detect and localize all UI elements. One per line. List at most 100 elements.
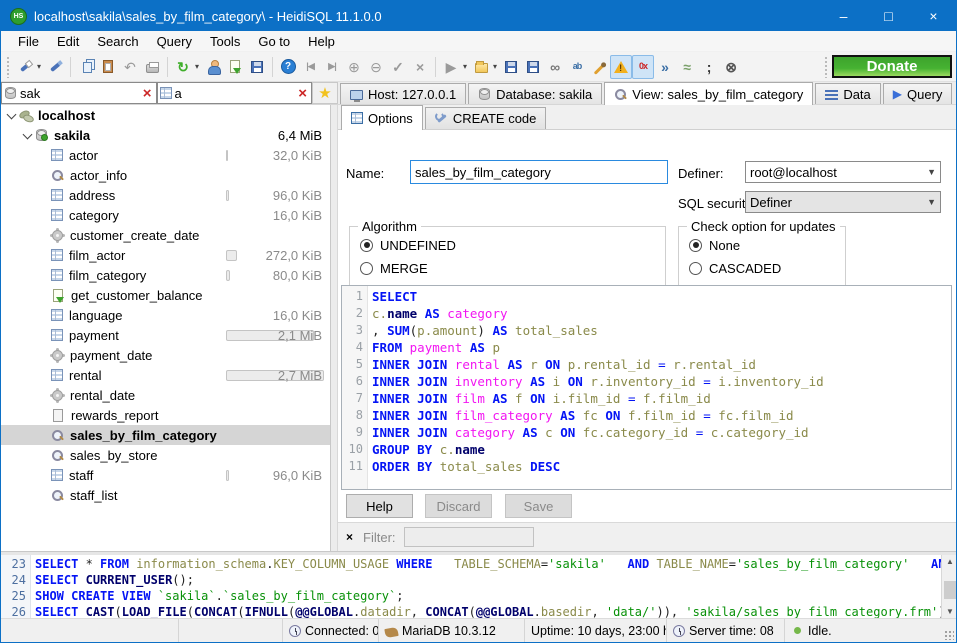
tab-data[interactable]: Data bbox=[815, 83, 880, 104]
menu-tools[interactable]: Tools bbox=[201, 32, 249, 51]
find-text-icon[interactable]: ∞ bbox=[544, 55, 566, 79]
filter-input[interactable] bbox=[404, 527, 534, 547]
menu-file[interactable]: File bbox=[9, 32, 48, 51]
tree-item-actor_info[interactable]: actor_info bbox=[1, 165, 330, 185]
sql-source-editor[interactable]: 1234567891011 SELECTc.name AS category, … bbox=[341, 285, 952, 490]
tree-item-actor[interactable]: actor32,0 KiB bbox=[1, 145, 330, 165]
minimize-button[interactable]: – bbox=[821, 1, 866, 31]
maximize-button[interactable]: □ bbox=[866, 1, 911, 31]
replace-text-icon[interactable]: ab bbox=[566, 55, 588, 79]
subtab-options[interactable]: Options bbox=[341, 105, 423, 130]
tree-item-customer_create_date[interactable]: customer_create_date bbox=[1, 225, 330, 245]
menu-query[interactable]: Query bbox=[148, 32, 201, 51]
radio-check-none[interactable]: None bbox=[679, 234, 845, 256]
user-manager-icon[interactable] bbox=[202, 55, 224, 79]
log-scrollbar[interactable]: ▲ ▼ bbox=[941, 555, 957, 618]
chevron-down-icon[interactable]: ▾ bbox=[37, 62, 41, 71]
export-tables-icon[interactable] bbox=[224, 55, 246, 79]
radio-algorithm-undefined[interactable]: UNDEFINED bbox=[350, 234, 665, 256]
add-record-icon[interactable]: ⊕ bbox=[343, 55, 365, 79]
open-sql-file-icon[interactable] bbox=[470, 55, 492, 79]
tree-item-sales_by_film_category[interactable]: sales_by_film_category bbox=[1, 425, 330, 445]
tree-item-rental[interactable]: rental2,7 MiB bbox=[1, 365, 330, 385]
sql-security-select[interactable]: Definer▼ bbox=[745, 191, 941, 213]
toolbar-grip[interactable] bbox=[6, 56, 11, 78]
definer-select[interactable]: root@localhost▼ bbox=[745, 161, 941, 183]
tree-item-language[interactable]: language16,0 KiB bbox=[1, 305, 330, 325]
close-button[interactable]: × bbox=[911, 1, 956, 31]
tree-item-payment[interactable]: payment2,1 MiB bbox=[1, 325, 330, 345]
tree-item-sakila[interactable]: sakila6,4 MiB bbox=[1, 125, 330, 145]
post-changes-icon[interactable]: ✓ bbox=[387, 55, 409, 79]
paste-icon[interactable] bbox=[97, 55, 119, 79]
scroll-up-icon[interactable]: ▲ bbox=[946, 557, 954, 566]
explain-icon[interactable]: » bbox=[654, 55, 676, 79]
menu-search[interactable]: Search bbox=[88, 32, 147, 51]
tree-item-payment_date[interactable]: payment_date bbox=[1, 345, 330, 365]
run-query-icon[interactable]: ▶ bbox=[440, 55, 462, 79]
disconnect-icon[interactable] bbox=[44, 55, 66, 79]
hex-view-icon[interactable]: 0x bbox=[632, 55, 654, 79]
tree-item-address[interactable]: address96,0 KiB bbox=[1, 185, 330, 205]
bind-params-icon[interactable] bbox=[610, 55, 632, 79]
editor-code[interactable]: SELECTc.name AS category, SUM(p.amount) … bbox=[368, 286, 951, 489]
last-record-icon[interactable]: ▶| bbox=[321, 55, 343, 79]
favorites-star-icon[interactable]: ★ bbox=[312, 82, 338, 104]
resize-grip[interactable] bbox=[944, 630, 954, 640]
tree-item-get_customer_balance[interactable]: get_customer_balance bbox=[1, 285, 330, 305]
tab-view[interactable]: View: sales_by_film_category bbox=[604, 82, 813, 105]
tree-item-film_category[interactable]: film_category80,0 KiB bbox=[1, 265, 330, 285]
session-manager-icon[interactable] bbox=[14, 55, 36, 79]
undo-icon[interactable]: ↶ bbox=[119, 55, 141, 79]
menu-help[interactable]: Help bbox=[299, 32, 344, 51]
tree-item-rewards_report[interactable]: rewards_report bbox=[1, 405, 330, 425]
cancel-editing-icon[interactable]: × bbox=[409, 55, 431, 79]
stop-icon[interactable]: ⊗ bbox=[720, 55, 742, 79]
close-filter-icon[interactable]: × bbox=[346, 530, 353, 544]
chevron-down-icon[interactable] bbox=[5, 108, 19, 122]
reformat-icon[interactable]: ≈ bbox=[676, 55, 698, 79]
scroll-down-icon[interactable]: ▼ bbox=[946, 607, 954, 616]
view-name-input[interactable] bbox=[410, 160, 668, 184]
subtab-create-code[interactable]: CREATE code bbox=[425, 107, 547, 129]
tab-host[interactable]: Host: 127.0.0.1 bbox=[340, 83, 466, 104]
database-filter-input[interactable] bbox=[20, 86, 138, 101]
chevron-down-icon[interactable]: ▾ bbox=[493, 62, 497, 71]
remove-record-icon[interactable]: ⊖ bbox=[365, 55, 387, 79]
tab-database[interactable]: Database: sakila bbox=[468, 83, 602, 104]
save-sql-as-icon[interactable] bbox=[522, 55, 544, 79]
radio-check-cascaded[interactable]: CASCADED bbox=[679, 257, 845, 279]
save-button[interactable]: Save bbox=[505, 494, 572, 518]
chevron-down-icon[interactable]: ▾ bbox=[195, 62, 199, 71]
save-sql-icon[interactable] bbox=[500, 55, 522, 79]
menu-go-to[interactable]: Go to bbox=[249, 32, 299, 51]
vertical-splitter[interactable] bbox=[331, 105, 338, 551]
semicolon-icon[interactable]: ; bbox=[698, 55, 720, 79]
discard-button[interactable]: Discard bbox=[425, 494, 492, 518]
toolbar-grip[interactable] bbox=[824, 56, 829, 78]
clear-table-filter-icon[interactable]: × bbox=[296, 86, 309, 101]
menu-edit[interactable]: Edit bbox=[48, 32, 88, 51]
help-icon[interactable]: ? bbox=[277, 55, 299, 79]
tree-item-staff[interactable]: staff96,0 KiB bbox=[1, 465, 330, 485]
tree-item-category[interactable]: category16,0 KiB bbox=[1, 205, 330, 225]
help-button[interactable]: Help bbox=[346, 494, 413, 518]
tree-item-rental_date[interactable]: rental_date bbox=[1, 385, 330, 405]
chevron-down-icon[interactable]: ▾ bbox=[463, 62, 467, 71]
save-snippet-icon[interactable] bbox=[246, 55, 268, 79]
clear-database-filter-icon[interactable]: × bbox=[141, 86, 154, 101]
chevron-down-icon[interactable] bbox=[21, 128, 35, 142]
tree-item-staff_list[interactable]: staff_list bbox=[1, 485, 330, 505]
log-lines[interactable]: SELECT * FROM information_schema.KEY_COL… bbox=[31, 555, 941, 618]
print-icon[interactable] bbox=[141, 55, 163, 79]
scroll-thumb[interactable] bbox=[944, 581, 956, 599]
radio-algorithm-merge[interactable]: MERGE bbox=[350, 257, 665, 279]
tree-item-film_actor[interactable]: film_actor272,0 KiB bbox=[1, 245, 330, 265]
table-filter-input[interactable] bbox=[175, 86, 294, 101]
copy-icon[interactable] bbox=[75, 55, 97, 79]
first-record-icon[interactable]: |◀ bbox=[299, 55, 321, 79]
refresh-icon[interactable]: ↻ bbox=[172, 55, 194, 79]
beautify-icon[interactable] bbox=[588, 55, 610, 79]
donate-button[interactable]: Donate bbox=[832, 55, 952, 78]
tab-query[interactable]: ▶Query bbox=[883, 83, 953, 104]
